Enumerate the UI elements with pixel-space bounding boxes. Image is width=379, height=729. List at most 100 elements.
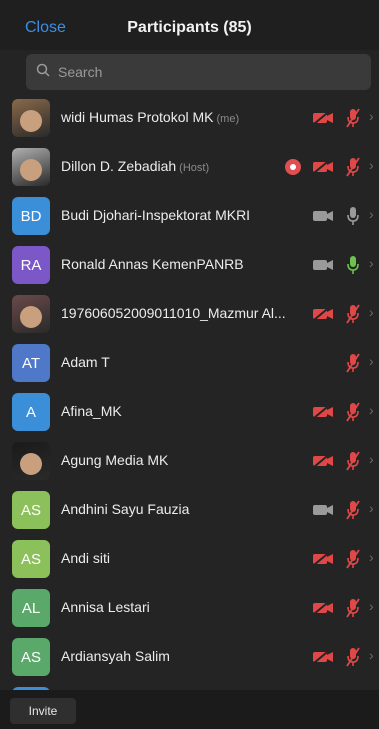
- participant-status-icons: ›: [305, 500, 379, 520]
- avatar-initials: RA: [20, 256, 42, 274]
- video-on-icon: [311, 206, 335, 226]
- participant-name: Agung Media MK: [61, 452, 169, 468]
- avatar: [12, 442, 50, 480]
- participant-row[interactable]: AS Andhini Sayu Fauzia ›: [0, 486, 379, 534]
- participant-status-icons: ›: [305, 451, 379, 471]
- chevron-right-icon: ›: [369, 157, 374, 173]
- participant-row[interactable]: AL Annisa Lestari ›: [0, 584, 379, 632]
- chevron-right-icon: ›: [369, 451, 374, 467]
- mic-muted-icon: [341, 500, 365, 520]
- avatar: RA: [12, 246, 50, 284]
- invite-button[interactable]: Invite: [10, 698, 76, 724]
- search-box[interactable]: [26, 54, 371, 90]
- mic-icon: [341, 206, 365, 226]
- participant-name-wrap: Dillon D. Zebadiah (Host): [61, 158, 209, 174]
- mic-muted-icon: [341, 451, 365, 471]
- participant-name-wrap: Ronald Annas KemenPANRB: [61, 256, 244, 272]
- avatar: AS: [12, 638, 50, 676]
- page-title: Participants (85): [127, 19, 252, 36]
- participant-name: widi Humas Protokol MK: [61, 109, 214, 125]
- avatar-initials: BD: [20, 207, 42, 225]
- avatar: [12, 99, 50, 137]
- avatar-initials: AL: [21, 599, 41, 617]
- participant-row[interactable]: widi Humas Protokol MK (me) ›: [0, 94, 379, 142]
- participant-status-icons: ›: [305, 549, 379, 569]
- chevron-right-icon: ›: [369, 402, 374, 418]
- participant-name: Budi Djohari-Inspektorat MKRI: [61, 207, 251, 223]
- participant-name: Afina_MK: [61, 403, 122, 419]
- recording-icon: [281, 157, 305, 177]
- participant-row[interactable]: RA Ronald Annas KemenPANRB ›: [0, 241, 379, 289]
- avatar: [12, 295, 50, 333]
- video-off-icon: [311, 451, 335, 471]
- participant-name: Andi siti: [61, 550, 111, 566]
- video-off-icon: [311, 304, 335, 324]
- search-icon: [36, 63, 50, 82]
- avatar: AS: [12, 540, 50, 578]
- participant-name-wrap: widi Humas Protokol MK (me): [61, 109, 239, 125]
- chevron-right-icon: ›: [369, 353, 374, 369]
- participant-row[interactable]: AS Ardiansyah Salim ›: [0, 633, 379, 681]
- mic-speaking-icon: [341, 255, 365, 275]
- mic-muted-icon: [341, 157, 365, 177]
- avatar-initials: AT: [21, 354, 41, 372]
- avatar: A: [12, 393, 50, 431]
- participant-name-wrap: Afina_MK: [61, 403, 122, 419]
- participant-name: 197606052009011010_Mazmur Al...: [61, 305, 286, 321]
- footer: Invite: [0, 690, 379, 729]
- participant-name: Dillon D. Zebadiah: [61, 158, 177, 174]
- mic-muted-icon: [341, 647, 365, 667]
- participant-list: widi Humas Protokol MK (me) › Dillon D. Zeb…: [0, 94, 379, 690]
- chevron-right-icon: ›: [369, 304, 374, 320]
- avatar-initials: A: [25, 403, 36, 421]
- avatar: AT: [12, 344, 50, 382]
- avatar: BD: [12, 197, 50, 235]
- avatar: AL: [12, 589, 50, 627]
- mic-muted-icon: [341, 402, 365, 422]
- mic-muted-icon: [341, 304, 365, 324]
- participant-row[interactable]: BD Budi Djohari-Inspektorat MKRI ›: [0, 192, 379, 240]
- chevron-right-icon: ›: [369, 647, 374, 663]
- participant-status-icons: ›: [305, 402, 379, 422]
- video-off-icon: [311, 598, 335, 618]
- role-tag: (Host): [179, 162, 210, 174]
- participant-status-icons: ›: [305, 255, 379, 275]
- participant-row[interactable]: 197606052009011010_Mazmur Al... ›: [0, 290, 379, 338]
- chevron-right-icon: ›: [369, 598, 374, 614]
- video-on-icon: [311, 255, 335, 275]
- video-off-icon: [311, 402, 335, 422]
- mic-muted-icon: [341, 598, 365, 618]
- video-off-icon: [311, 157, 335, 177]
- avatar-initials: AS: [20, 550, 41, 568]
- participant-status-icons: ›: [305, 647, 379, 667]
- chevron-right-icon: ›: [369, 255, 374, 271]
- participant-status-icons: ›: [305, 304, 379, 324]
- participant-name-wrap: Agung Media MK: [61, 452, 168, 468]
- video-off-icon: [311, 108, 335, 128]
- participant-name: Ronald Annas KemenPANRB: [61, 256, 244, 272]
- participant-name-wrap: Adam T: [61, 354, 110, 370]
- participant-status-icons: ›: [305, 598, 379, 618]
- avatar-initials: AS: [20, 648, 41, 666]
- chevron-right-icon: ›: [369, 549, 374, 565]
- role-tag: (me): [216, 113, 240, 125]
- avatar: AS: [12, 491, 50, 529]
- participant-row[interactable]: Agung Media MK ›: [0, 437, 379, 485]
- participant-status-icons: ›: [305, 206, 379, 226]
- participant-row[interactable]: A Afina_MK ›: [0, 388, 379, 436]
- participant-row[interactable]: AS Andi siti ›: [0, 535, 379, 583]
- mic-muted-icon: [341, 549, 365, 569]
- participant-row[interactable]: AT Adam T ›: [0, 339, 379, 387]
- search-input[interactable]: [56, 63, 340, 81]
- participant-row[interactable]: Dillon D. Zebadiah (Host) ›: [0, 143, 379, 191]
- participant-name-wrap: Andi siti: [61, 550, 110, 566]
- avatar: [12, 148, 50, 186]
- participant-name-wrap: Budi Djohari-Inspektorat MKRI: [61, 207, 250, 223]
- participant-name: Annisa Lestari: [61, 599, 150, 615]
- avatar-initials: AS: [20, 501, 41, 519]
- participant-status-icons: ›: [335, 353, 379, 373]
- participant-name: Andhini Sayu Fauzia: [61, 501, 190, 517]
- mic-muted-icon: [341, 108, 365, 128]
- participant-name: Ardiansyah Salim: [61, 648, 170, 664]
- participant-row[interactable]: ›: [0, 682, 379, 690]
